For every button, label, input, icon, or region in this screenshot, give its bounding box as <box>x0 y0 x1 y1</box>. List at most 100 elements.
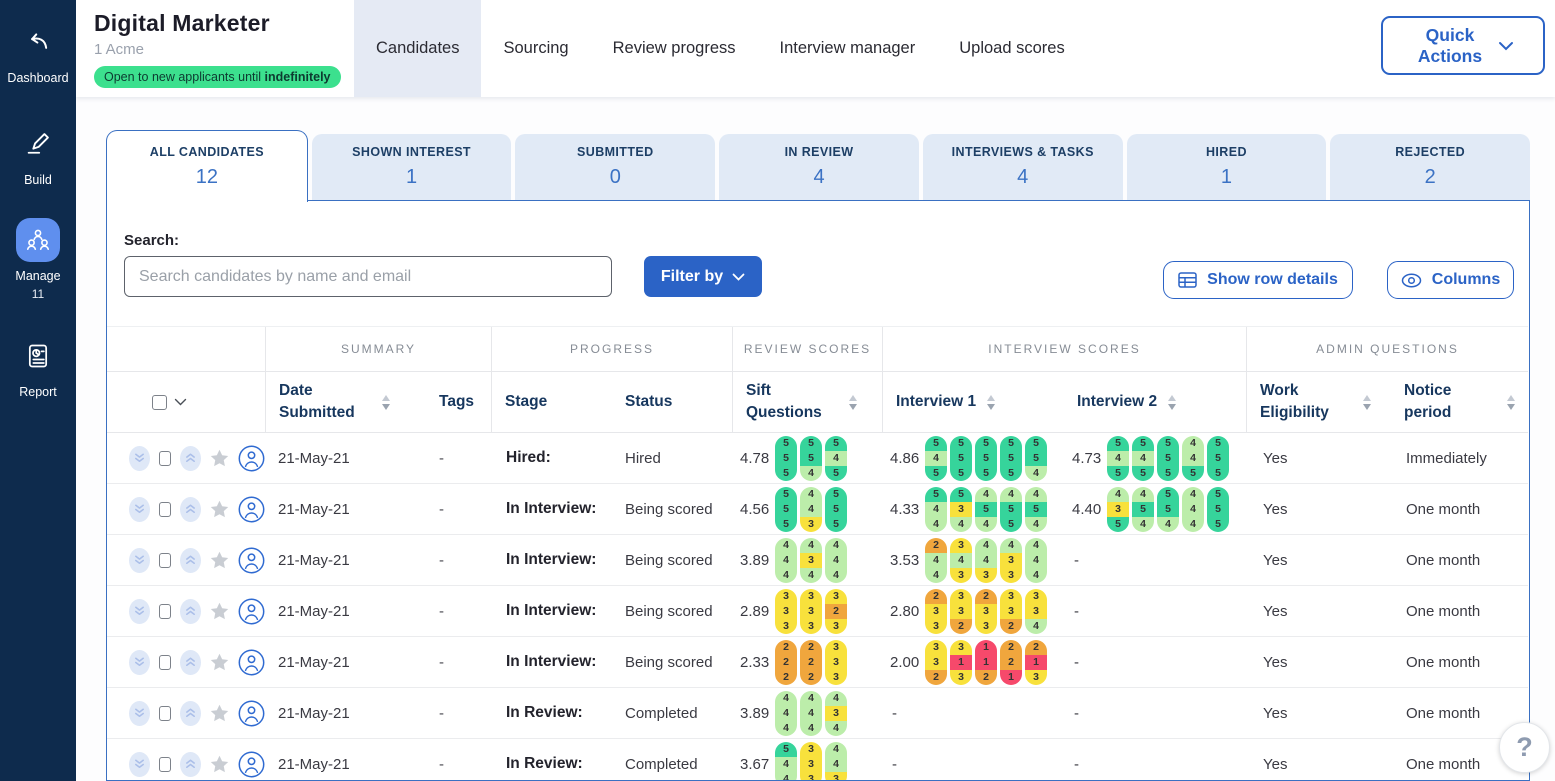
candidate-avatar-icon[interactable] <box>238 496 265 523</box>
score-badge: 4 <box>1132 487 1154 502</box>
tab-review-progress[interactable]: Review progress <box>591 0 758 97</box>
tab-interview-manager[interactable]: Interview manager <box>758 0 938 97</box>
sidebar-item-report[interactable]: Report <box>0 334 76 399</box>
score-badge: 3 <box>950 589 972 604</box>
chevron-down-icon[interactable] <box>174 398 187 406</box>
promote-icon[interactable] <box>180 650 201 675</box>
col-header-status[interactable]: Status <box>612 372 732 432</box>
demote-icon[interactable] <box>129 599 150 624</box>
star-icon[interactable] <box>210 755 229 773</box>
column-group-header: SUMMARY PROGRESS REVIEW SCORES INTERVIEW… <box>107 326 1528 372</box>
col-header-work-eligibility[interactable]: Work Eligibility <box>1246 372 1391 432</box>
col-header-notice-period[interactable]: Notice period <box>1391 372 1528 432</box>
search-input[interactable] <box>124 256 612 297</box>
sidebar-manage-count: 11 <box>32 287 44 301</box>
score-badge: 5 <box>1157 466 1179 481</box>
sidebar-item-dashboard[interactable]: Dashboard <box>0 20 76 85</box>
col-header-sift-questions[interactable]: Sift Questions <box>732 372 882 432</box>
demote-icon[interactable] <box>129 497 150 522</box>
row-checkbox[interactable] <box>159 604 172 619</box>
score-badge: 3 <box>1107 502 1129 517</box>
candidate-avatar-icon[interactable] <box>238 547 265 574</box>
score-badge: 4 <box>825 538 847 553</box>
col-header-date-submitted[interactable]: Date Submitted <box>265 372 426 432</box>
candidate-avatar-icon[interactable] <box>238 700 265 727</box>
score-badges: 544534454455454 <box>925 487 1047 532</box>
candidate-avatar-icon[interactable] <box>238 598 265 625</box>
star-icon[interactable] <box>210 704 229 722</box>
star-icon[interactable] <box>210 602 229 620</box>
star-icon[interactable] <box>210 449 229 467</box>
score-stack: 555 <box>1207 487 1229 532</box>
row-checkbox[interactable] <box>159 451 172 466</box>
score-stack: 343 <box>950 538 972 583</box>
tab-rejected[interactable]: REJECTED2 <box>1330 134 1530 200</box>
tab-hired[interactable]: HIRED1 <box>1127 134 1327 200</box>
tab-interviews-tasks[interactable]: INTERVIEWS & TASKS4 <box>923 134 1123 200</box>
col-header-tags[interactable]: Tags <box>426 372 491 432</box>
row-checkbox[interactable] <box>159 655 172 670</box>
tab-shown-interest[interactable]: SHOWN INTEREST1 <box>312 134 512 200</box>
sort-icon[interactable] <box>1363 395 1371 410</box>
candidate-avatar-icon[interactable] <box>238 751 265 778</box>
demote-icon[interactable] <box>129 701 150 726</box>
star-icon[interactable] <box>210 500 229 518</box>
pencil-icon <box>16 122 60 166</box>
star-icon[interactable] <box>210 653 229 671</box>
columns-button[interactable]: Columns <box>1387 261 1514 299</box>
sort-icon[interactable] <box>987 395 995 410</box>
sort-icon[interactable] <box>382 395 390 410</box>
notice-period-value: One month <box>1391 552 1528 569</box>
score-badge: 3 <box>950 502 972 517</box>
demote-icon[interactable] <box>129 752 150 777</box>
tab-sourcing[interactable]: Sourcing <box>481 0 590 97</box>
score-stack: 454 <box>1132 487 1154 532</box>
tab-submitted[interactable]: SUBMITTED0 <box>515 134 715 200</box>
sort-icon[interactable] <box>1507 395 1515 410</box>
candidate-avatar-icon[interactable] <box>238 649 265 676</box>
help-button[interactable]: ? <box>1499 722 1550 773</box>
show-row-details-button[interactable]: Show row details <box>1163 261 1353 299</box>
score-badge: 4 <box>825 568 847 583</box>
col-header-interview-1[interactable]: Interview 1 <box>882 372 1064 432</box>
tab-candidates[interactable]: Candidates <box>354 0 481 97</box>
col-header-interview-2[interactable]: Interview 2 <box>1064 372 1246 432</box>
score-average: 3.67 <box>732 756 775 773</box>
promote-icon[interactable] <box>180 599 201 624</box>
score-badge: 4 <box>1025 487 1047 502</box>
sidebar-item-manage[interactable]: Manage 11 <box>0 218 76 301</box>
score-badge: 5 <box>1132 466 1154 481</box>
tab-all-candidates[interactable]: ALL CANDIDATES12 <box>106 130 308 202</box>
sidebar-item-build[interactable]: Build <box>0 122 76 187</box>
row-checkbox[interactable] <box>159 502 172 517</box>
demote-icon[interactable] <box>129 548 150 573</box>
tags-value: - <box>426 501 491 518</box>
sort-icon[interactable] <box>1168 395 1176 410</box>
group-progress: PROGRESS <box>491 327 732 371</box>
demote-icon[interactable] <box>129 650 150 675</box>
quick-actions-button[interactable]: Quick Actions <box>1381 16 1545 75</box>
promote-icon[interactable] <box>180 446 201 471</box>
score-badge: 4 <box>975 517 997 532</box>
promote-icon[interactable] <box>180 752 201 777</box>
demote-icon[interactable] <box>129 446 150 471</box>
score-badge: 5 <box>1132 436 1154 451</box>
promote-icon[interactable] <box>180 548 201 573</box>
tab-in-review[interactable]: IN REVIEW4 <box>719 134 919 200</box>
col-header-stage[interactable]: Stage <box>491 372 612 432</box>
star-icon[interactable] <box>210 551 229 569</box>
row-checkbox[interactable] <box>159 706 172 721</box>
select-all-checkbox[interactable] <box>152 395 167 410</box>
candidate-avatar-icon[interactable] <box>238 445 265 472</box>
score-badge: 4 <box>775 721 797 736</box>
row-checkbox[interactable] <box>159 553 172 568</box>
sort-icon[interactable] <box>849 395 857 410</box>
empty-score: - <box>1064 654 1079 671</box>
row-checkbox[interactable] <box>159 757 172 772</box>
promote-icon[interactable] <box>180 701 201 726</box>
notice-period-value: One month <box>1391 705 1528 722</box>
score-badge: 5 <box>975 502 997 517</box>
promote-icon[interactable] <box>180 497 201 522</box>
filter-by-button[interactable]: Filter by <box>644 256 762 297</box>
tab-upload-scores[interactable]: Upload scores <box>937 0 1086 97</box>
